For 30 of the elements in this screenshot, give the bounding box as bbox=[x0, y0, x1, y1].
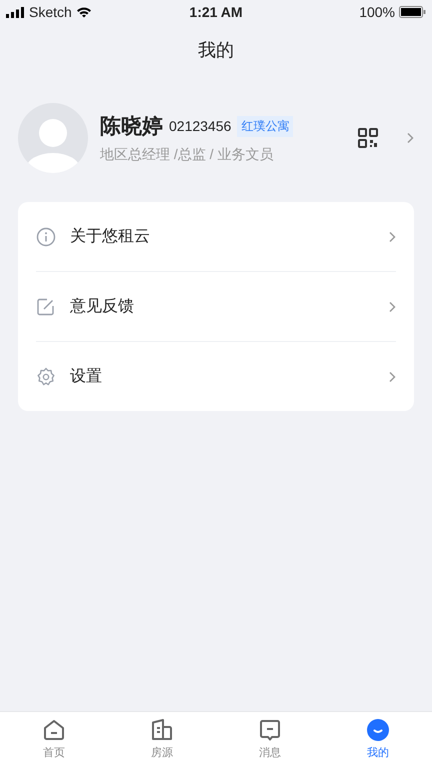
user-roles: 地区总经理 /总监 / 业务文员 bbox=[100, 146, 274, 164]
menu-item[interactable]: 关于悠租云 bbox=[70, 226, 150, 247]
carrier-name: Sketch bbox=[29, 4, 72, 20]
status-time: 1:21 AM bbox=[189, 4, 243, 20]
message-icon bbox=[258, 718, 282, 742]
user-name: 陈晓婷 bbox=[100, 114, 163, 140]
tab[interactable]: 房源 bbox=[108, 712, 216, 768]
qr-code-icon[interactable] bbox=[358, 128, 378, 148]
chevron-icon bbox=[388, 370, 396, 382]
tab[interactable]: 消息 bbox=[216, 712, 324, 768]
edit-icon bbox=[36, 296, 56, 316]
company-tag: 红璞公寓 bbox=[237, 116, 294, 136]
battery-icon bbox=[399, 6, 426, 18]
smile-icon bbox=[366, 718, 390, 742]
menu-item[interactable]: 设置 bbox=[70, 366, 102, 387]
menu-item[interactable]: 意见反馈 bbox=[70, 296, 134, 317]
chevron-icon bbox=[388, 230, 396, 242]
building-icon bbox=[150, 718, 174, 742]
user-id: 02123456 bbox=[169, 118, 232, 134]
settings-icon bbox=[36, 366, 56, 386]
chevron-icon bbox=[406, 132, 414, 144]
page-title: 我的 bbox=[198, 39, 234, 62]
home-icon bbox=[42, 718, 66, 742]
wifi-icon bbox=[76, 6, 92, 18]
signal-icon bbox=[6, 6, 25, 18]
tab[interactable]: 我的 bbox=[324, 712, 432, 768]
chevron-icon bbox=[388, 300, 396, 312]
battery-percentage: 100% bbox=[359, 4, 395, 20]
tab[interactable]: 首页 bbox=[0, 712, 108, 768]
info-icon bbox=[36, 226, 56, 246]
